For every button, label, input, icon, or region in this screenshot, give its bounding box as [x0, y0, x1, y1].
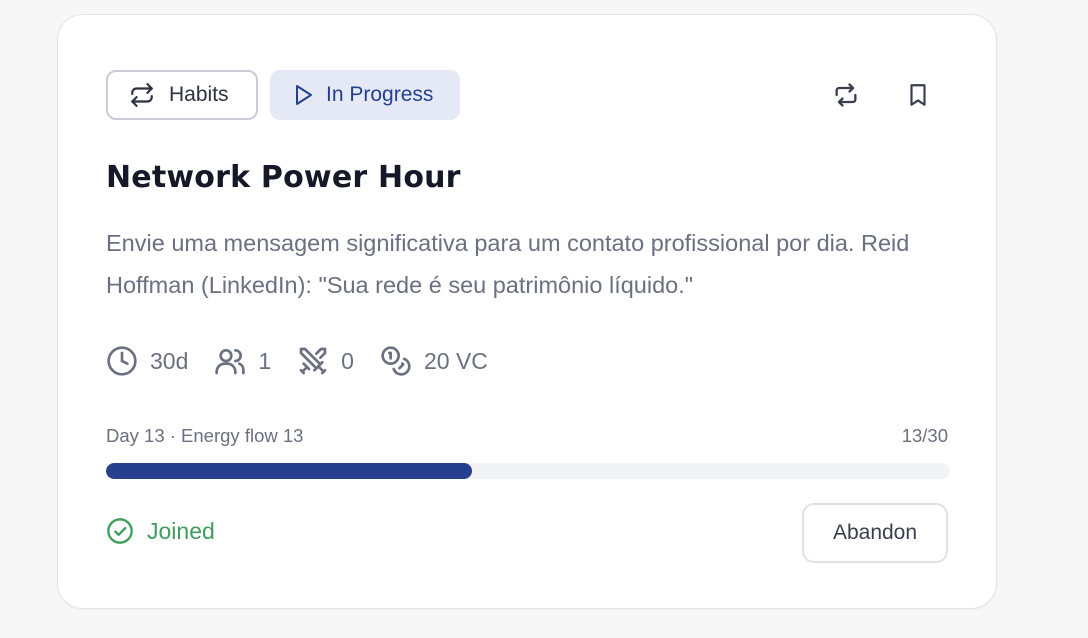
play-icon [296, 85, 312, 105]
progress-label: Day 13 · Energy flow 13 [106, 425, 304, 446]
coins-icon [381, 346, 411, 376]
duration-value: 30d [150, 347, 189, 374]
status-chip: In Progress [270, 70, 460, 120]
reward-value: 20 VC [423, 347, 488, 374]
abandon-button[interactable]: Abandon [802, 503, 948, 563]
repeat-icon [131, 83, 153, 107]
participants-stat: 1 [214, 345, 271, 377]
crossed-swords-icon [299, 347, 327, 375]
category-chip-label: Habits [169, 83, 229, 106]
duration-stat: 30d [106, 345, 188, 377]
challenge-card: Habits In Progress Network Power Hour En… [57, 14, 997, 609]
category-chip[interactable]: Habits [106, 70, 258, 120]
battles-stat: 0 [297, 345, 354, 377]
retweet-icon [835, 83, 857, 107]
reward-stat: 20 VC [380, 345, 488, 377]
progress-count: 13/30 [901, 425, 948, 446]
progress-bar [106, 463, 950, 479]
battles-value: 0 [341, 347, 354, 374]
challenge-description: Envie uma mensagem significativa para um… [106, 230, 910, 298]
check-circle-icon [107, 518, 133, 544]
participants-value: 1 [258, 347, 272, 374]
progress-bar-fill [106, 463, 472, 479]
bookmark-button[interactable] [900, 77, 936, 113]
bookmark-icon [910, 84, 926, 106]
clock-icon [107, 346, 137, 376]
stats-row: 30d 1 0 20 VC [106, 345, 514, 377]
joined-label: Joined [147, 517, 215, 544]
repost-button[interactable] [828, 77, 864, 113]
users-icon [215, 349, 246, 375]
status-chip-label: In Progress [326, 83, 434, 106]
challenge-title: Network Power Hour [106, 160, 461, 195]
joined-status: Joined [106, 517, 215, 545]
